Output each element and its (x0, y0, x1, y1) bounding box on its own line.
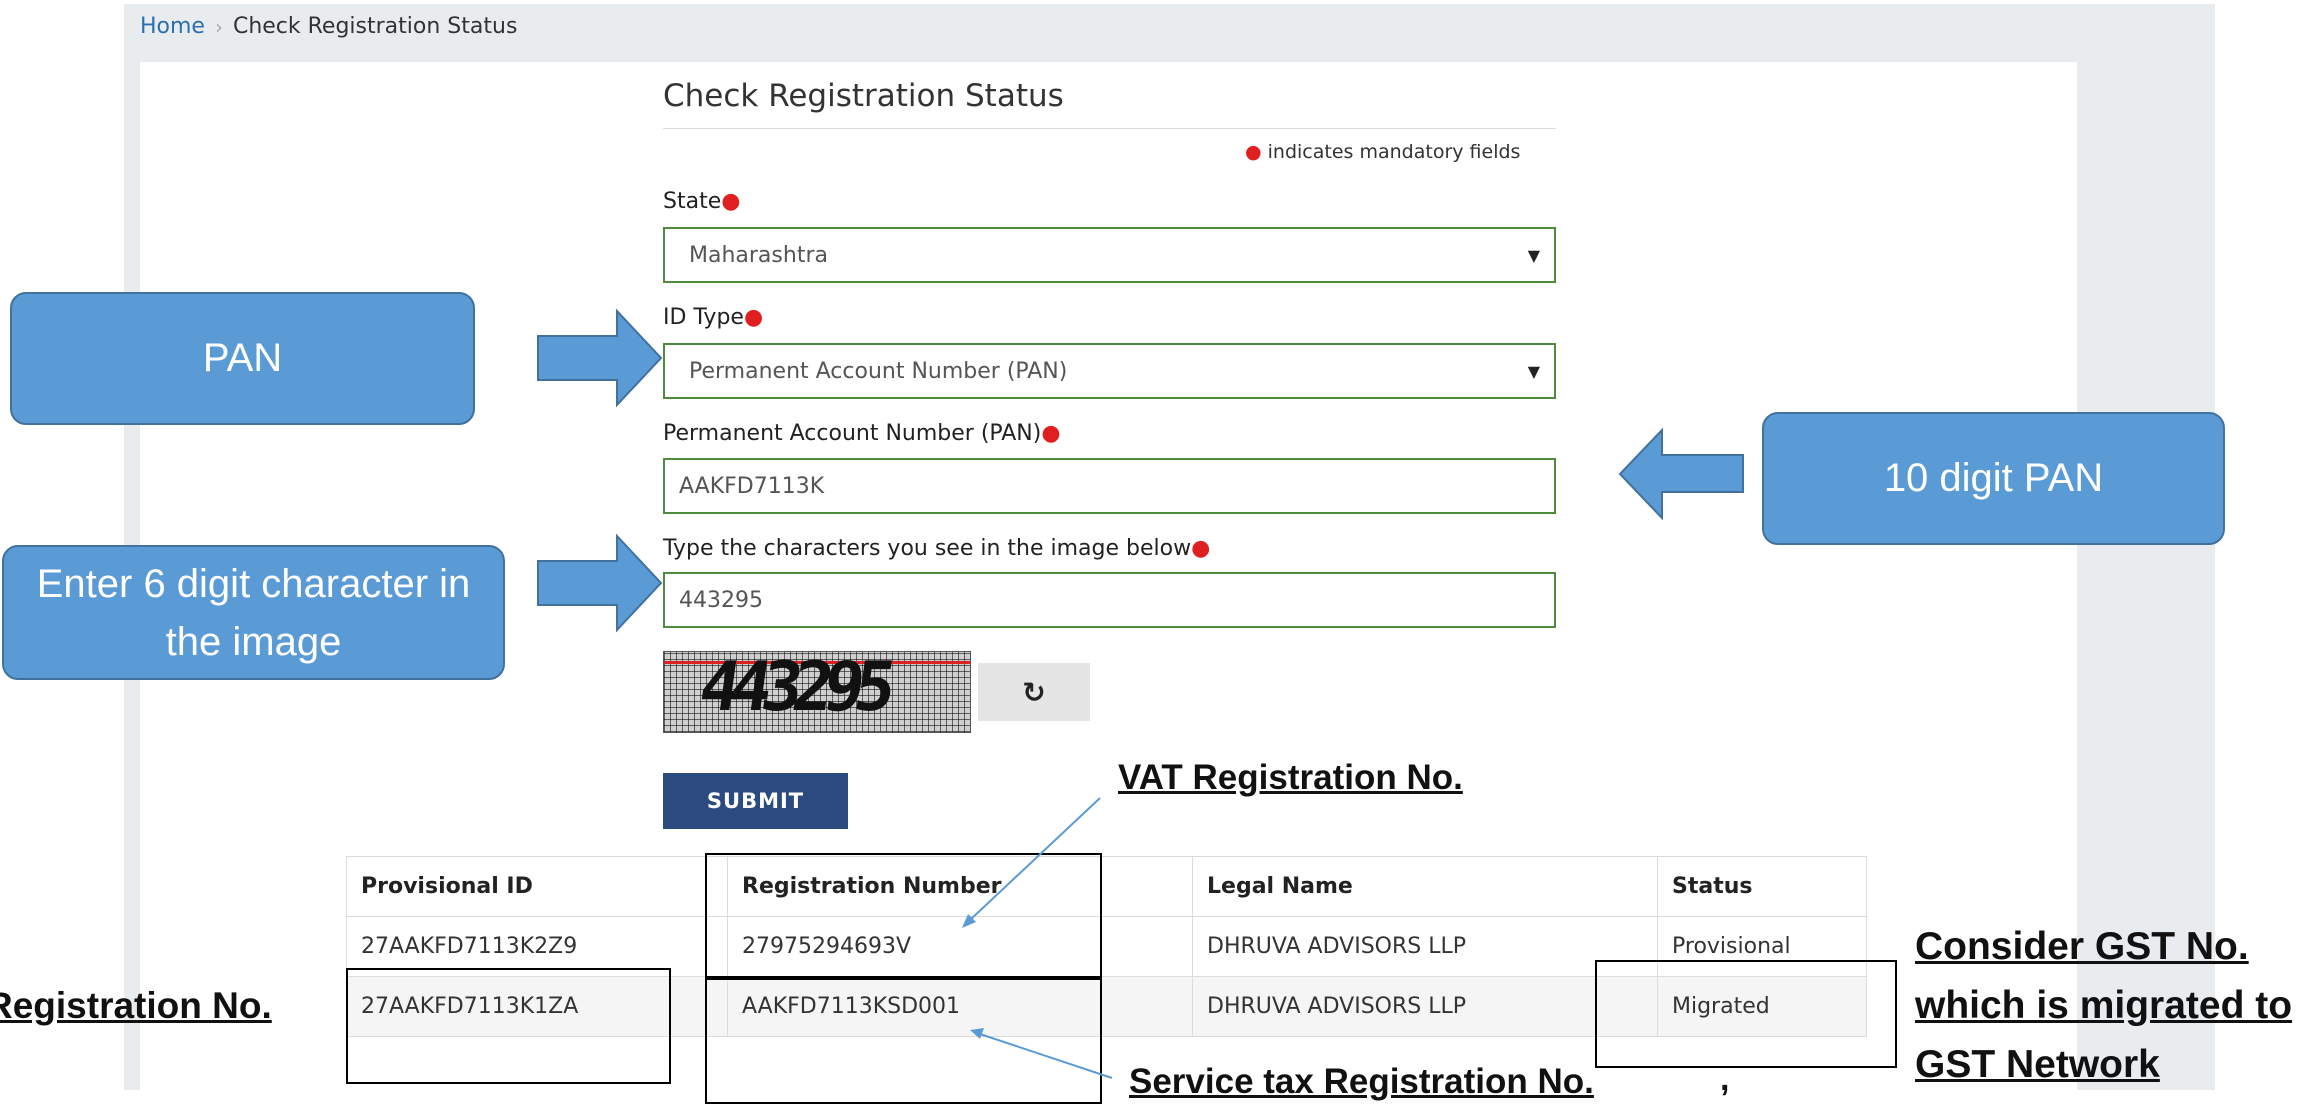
vat-registration-label: VAT Registration No. (1118, 758, 1463, 797)
arrowhead-icon (970, 1028, 984, 1039)
block-arrow-right-icon (537, 533, 663, 633)
block-arrow-left-icon (1618, 427, 1744, 521)
pointer-line-icon (969, 797, 1101, 921)
consider-gst-label-line-2: which is migrated to (1915, 984, 2293, 1027)
block-arrow-right-icon (537, 308, 663, 408)
service-tax-registration-label: Service tax Registration No. (1129, 1062, 1594, 1101)
consider-gst-label-line-1: Consider GST No. (1915, 925, 2249, 968)
pointer-line-icon (979, 1033, 1113, 1079)
stray-mark: , (1720, 1060, 1730, 1098)
registration-no-label: Registration No. (0, 985, 272, 1026)
consider-gst-label-line-3: GST Network (1915, 1043, 2160, 1086)
